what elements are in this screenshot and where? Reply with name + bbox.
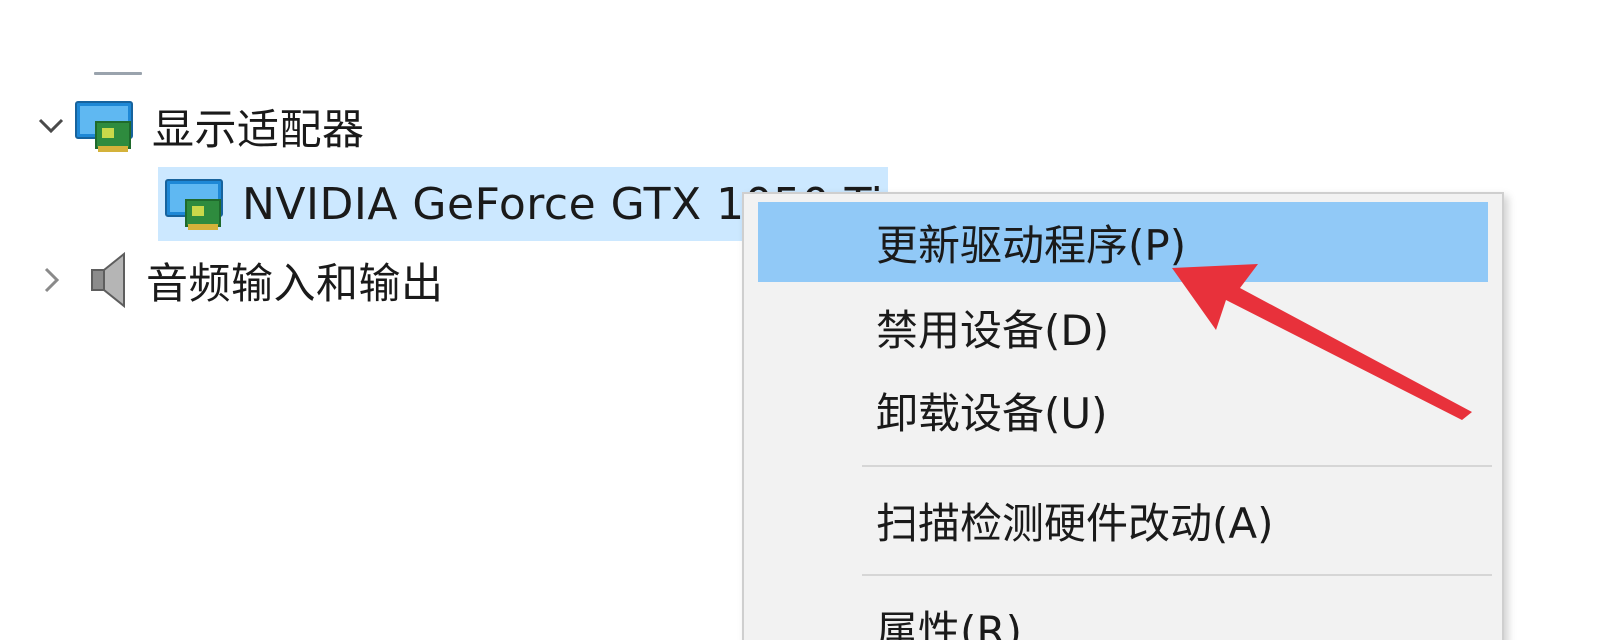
- chevron-down-icon[interactable]: [28, 103, 74, 149]
- tree-item-partial: [94, 72, 142, 75]
- menu-item-uninstall-device[interactable]: 卸载设备(U): [758, 370, 1488, 450]
- display-adapter-icon: [74, 98, 138, 154]
- device-manager-view: 显示适配器 NVIDIA GeForce GTX 1050 Ti 音频输入和输出…: [0, 0, 1600, 640]
- chevron-right-icon[interactable]: [28, 257, 74, 303]
- tree-item-display-adapters[interactable]: 显示适配器: [28, 90, 528, 162]
- tree-item-audio-io[interactable]: 音频输入和输出: [28, 244, 528, 316]
- context-menu: 更新驱动程序(P) 禁用设备(D) 卸载设备(U) 扫描检测硬件改动(A) 属性…: [742, 192, 1504, 640]
- menu-separator: [862, 574, 1492, 576]
- menu-item-disable-device[interactable]: 禁用设备(D): [758, 287, 1488, 367]
- speaker-icon: [88, 250, 132, 310]
- menu-item-update-driver[interactable]: 更新驱动程序(P): [758, 202, 1488, 282]
- menu-item-scan-hardware[interactable]: 扫描检测硬件改动(A): [758, 480, 1488, 560]
- menu-separator: [862, 465, 1492, 467]
- tree-item-label: 音频输入和输出: [146, 258, 444, 308]
- display-adapter-icon: [164, 176, 228, 232]
- tree-item-label: 显示适配器: [152, 104, 365, 154]
- menu-item-properties[interactable]: 属性(R): [758, 588, 1488, 640]
